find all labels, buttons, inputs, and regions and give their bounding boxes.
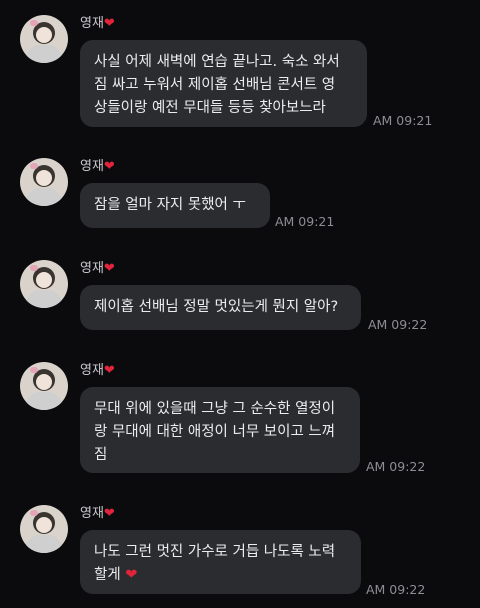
sender-name: 영재❤ bbox=[80, 363, 115, 378]
message-line: 할게 ❤ bbox=[94, 567, 138, 583]
message-line: 나도 그런 멋진 가수로 거듭 나도록 노력 bbox=[94, 544, 336, 560]
heart-icon: ❤ bbox=[103, 16, 115, 31]
message-bubble[interactable]: 잠을 얼마 자지 못했어 ㅜ bbox=[80, 183, 270, 228]
timestamp: AM 09:22 bbox=[368, 317, 428, 332]
avatar[interactable] bbox=[20, 505, 68, 553]
message-line: 랑 무대에 대한 애정이 너무 보이고 느껴 bbox=[94, 424, 336, 440]
message-bubble[interactable]: 제이홉 선배님 정말 멋있는게 뭔지 알아? bbox=[80, 285, 361, 330]
message-bubble[interactable]: 나도 그런 멋진 가수로 거듭 나도록 노력 할게 ❤ bbox=[80, 530, 361, 594]
sender-name: 영재❤ bbox=[80, 16, 115, 31]
message-line: 잠을 얼마 자지 못했어 ㅜ bbox=[94, 197, 246, 213]
timestamp: AM 09:21 bbox=[373, 113, 433, 128]
message-line: 짐 싸고 누워서 제이홉 선배님 콘서트 영 bbox=[94, 77, 336, 93]
message-line: 짐 bbox=[94, 447, 108, 463]
timestamp: AM 09:22 bbox=[366, 459, 426, 474]
message-bubble[interactable]: 사실 어제 새벽에 연습 끝나고. 숙소 와서 짐 싸고 누워서 제이홉 선배님… bbox=[80, 40, 367, 127]
timestamp: AM 09:22 bbox=[366, 582, 426, 597]
message-bubble[interactable]: 무대 위에 있을때 그냥 그 순수한 열정이 랑 무대에 대한 애정이 너무 보… bbox=[80, 387, 360, 473]
sender-name: 영재❤ bbox=[80, 506, 115, 521]
message-line: 사실 어제 새벽에 연습 끝나고. 숙소 와서 bbox=[94, 54, 340, 70]
message-line: 제이홉 선배님 정말 멋있는게 뭔지 알아? bbox=[94, 299, 339, 315]
heart-icon: ❤ bbox=[103, 159, 115, 174]
heart-icon: ❤ bbox=[125, 567, 138, 583]
heart-icon: ❤ bbox=[103, 506, 115, 521]
heart-icon: ❤ bbox=[103, 363, 115, 378]
sender-name: 영재❤ bbox=[80, 261, 115, 276]
avatar[interactable] bbox=[20, 158, 68, 206]
message-line: 상들이랑 예전 무대들 등등 찾아보느라 bbox=[94, 100, 326, 116]
heart-icon: ❤ bbox=[103, 261, 115, 276]
avatar[interactable] bbox=[20, 260, 68, 308]
timestamp: AM 09:21 bbox=[275, 214, 335, 229]
avatar[interactable] bbox=[20, 15, 68, 63]
message-line: 무대 위에 있을때 그냥 그 순수한 열정이 bbox=[94, 401, 336, 417]
avatar[interactable] bbox=[20, 362, 68, 410]
sender-name: 영재❤ bbox=[80, 159, 115, 174]
